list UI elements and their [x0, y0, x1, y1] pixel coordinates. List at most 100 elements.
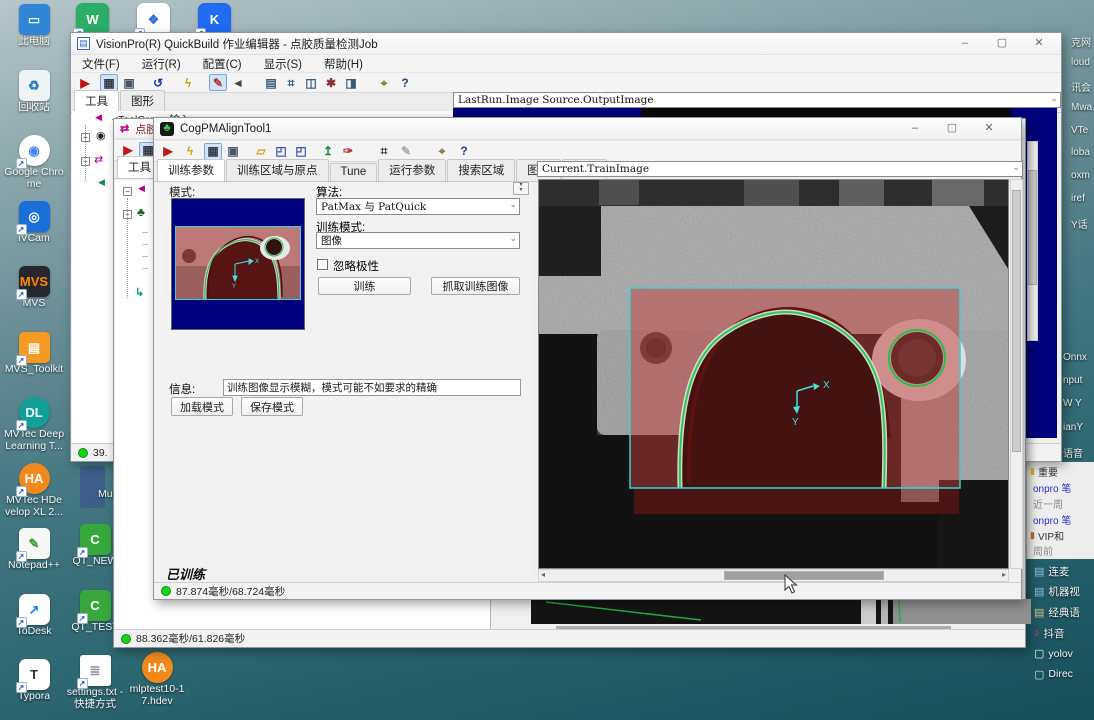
grab-train-image-button[interactable]: 抓取训练图像: [431, 277, 520, 295]
tab[interactable]: 训练参数: [157, 159, 225, 181]
panel-row[interactable]: ▮ 重要: [1030, 464, 1094, 480]
tree-subitem[interactable]: ‒: [142, 262, 148, 274]
scroll-left-arrow[interactable]: ◂: [541, 570, 545, 579]
menu-item[interactable]: 配置(C): [192, 56, 253, 72]
quickbuild-titlebar[interactable]: ▤ VisionPro(R) QuickBuild 作业编辑器 - 点胶质量检测…: [71, 33, 1061, 55]
desktop-icon[interactable]: ♻ 回收站: [1, 69, 67, 136]
truncated-icon-label[interactable]: ianY: [1063, 422, 1094, 445]
toolbar-button[interactable]: ↺: [149, 74, 167, 91]
minimize-button[interactable]: –: [951, 35, 979, 52]
tab[interactable]: 搜索区域: [447, 159, 516, 181]
train-button[interactable]: 训练: [318, 277, 411, 295]
menu-item[interactable]: 帮助(H): [313, 56, 374, 72]
panel-row[interactable]: 周前: [1030, 543, 1094, 559]
display-image-selector[interactable]: LastRun.Image Source.OutputImage ⌄: [453, 92, 1061, 108]
toolbar-button[interactable]: ✎: [209, 74, 227, 91]
toolbar-button[interactable]: ◨: [342, 74, 360, 91]
toolbar-button[interactable]: ◄: [229, 74, 247, 91]
scrollbar-thumb[interactable]: [1012, 190, 1021, 452]
toolbar-button[interactable]: ▶: [76, 74, 94, 91]
ignore-polarity-checkbox[interactable]: [317, 259, 328, 270]
close-button[interactable]: ✕: [975, 120, 1003, 137]
tree-subitem[interactable]: ‒: [142, 250, 148, 262]
menu-item[interactable]: 运行(R): [131, 56, 192, 72]
train-image-view[interactable]: X Y: [538, 179, 1009, 569]
scroll-right-arrow[interactable]: ▸: [1002, 570, 1006, 579]
tab[interactable]: Tune: [329, 163, 378, 181]
toolbar-button[interactable]: ϟ: [181, 143, 199, 160]
toolbar-button[interactable]: ▦: [204, 142, 222, 160]
desktop-icon[interactable]: ◎ iVCam: [1, 200, 67, 267]
truncated-icon-label[interactable]: Y话: [1071, 216, 1094, 239]
scrollbar-thumb[interactable]: [724, 571, 884, 580]
truncated-icon-label[interactable]: 克网: [1071, 34, 1094, 57]
tab[interactable]: 运行参数: [378, 159, 447, 181]
close-button[interactable]: ✕: [1025, 35, 1053, 52]
truncated-icon-label[interactable]: Onnx: [1063, 352, 1094, 375]
desktop-item[interactable]: ▤ 连麦: [1034, 561, 1094, 582]
desktop-icon[interactable]: DL MVTec Deep Learning T...: [1, 397, 67, 463]
tree-expand-box[interactable]: −: [123, 187, 132, 196]
desktop-item[interactable]: ▤ 机器视: [1034, 582, 1094, 603]
menu-item[interactable]: 显示(S): [253, 56, 313, 72]
panel-row[interactable]: 近一周: [1030, 496, 1094, 512]
toolbar-button[interactable]: ⌖: [433, 143, 451, 160]
truncated-icon-label[interactable]: loud: [1071, 57, 1094, 80]
horizontal-scrollbar[interactable]: ◂ ▸: [538, 569, 1009, 582]
load-pattern-button[interactable]: 加载模式: [171, 397, 233, 416]
tree-subitem[interactable]: ‒: [142, 226, 148, 238]
maximize-button[interactable]: ▢: [988, 35, 1016, 52]
desktop-icon[interactable]: ≣ settings.txt - 快捷方式: [62, 655, 128, 720]
trainmode-select[interactable]: 图像 ⌄: [316, 232, 520, 249]
tab[interactable]: 工具: [74, 90, 119, 112]
desktop-item[interactable]: ♪ 抖音: [1034, 623, 1094, 644]
pattern-thumbnail[interactable]: X Y: [171, 198, 305, 330]
truncated-icon-label[interactable]: VTe: [1071, 125, 1094, 148]
toolbar-button[interactable]: ✎: [397, 143, 415, 160]
algorithm-select[interactable]: PatMax 与 PatQuick ⌄: [316, 198, 520, 215]
truncated-icon-label[interactable]: nput: [1063, 375, 1094, 398]
scrollbar-thumb[interactable]: [1028, 170, 1037, 285]
toolbar-button[interactable]: ◰: [292, 143, 310, 160]
toolbar-button[interactable]: ◫: [302, 74, 320, 91]
toolbar-button[interactable]: ▤: [262, 74, 280, 91]
truncated-icon-label[interactable]: W Y: [1063, 398, 1094, 421]
toolbar-button[interactable]: ▶: [159, 143, 177, 160]
toolbar-button[interactable]: ?: [455, 143, 473, 160]
toolbar-button[interactable]: ✑: [339, 143, 357, 160]
truncated-icon-label[interactable]: oxm: [1071, 170, 1094, 193]
partial-desktop-icon[interactable]: [80, 466, 105, 508]
desktop-icon[interactable]: ✎ Notepad++: [1, 528, 67, 594]
toolbar-button[interactable]: ?: [396, 74, 414, 91]
toolbar-button[interactable]: ✱: [322, 74, 340, 91]
truncated-icon-label[interactable]: iref: [1071, 193, 1094, 216]
menu-item[interactable]: 文件(F): [71, 56, 131, 72]
truncated-icon-label[interactable]: Mwa: [1071, 102, 1094, 125]
tab[interactable]: 训练区域与原点: [226, 159, 329, 181]
toolbar-button[interactable]: ▣: [120, 74, 138, 91]
expand-chevrons-button[interactable]: ▾ ▾: [513, 182, 529, 195]
desktop-item[interactable]: ▢ Direc: [1034, 664, 1094, 685]
toolbar-button[interactable]: ⌗: [282, 74, 300, 91]
panel-row[interactable]: onpro 笔: [1030, 480, 1094, 496]
toolbar-button[interactable]: ϟ: [179, 74, 197, 91]
toolbar-button[interactable]: ↥: [319, 143, 337, 160]
desktop-icon[interactable]: ◉ Google Chro me: [1, 135, 67, 201]
desktop-icon[interactable]: T Typora: [1, 659, 67, 720]
toolbar-button[interactable]: ⌗: [375, 143, 393, 160]
desktop-icon[interactable]: ▤ MVS_Toolkit: [1, 331, 67, 398]
toolbar-button[interactable]: ⌖: [375, 74, 393, 91]
panel-row[interactable]: onpro 笔: [1030, 511, 1094, 527]
tree-subitem[interactable]: ‒: [142, 238, 148, 250]
truncated-icon-label[interactable]: loba: [1071, 147, 1094, 170]
desktop-icon[interactable]: HA mlptest10-1 7.hdev: [124, 652, 190, 707]
desktop-icon[interactable]: ↗ ToDesk: [1, 593, 67, 660]
panel-row[interactable]: ▮ VIP和: [1030, 527, 1094, 543]
maximize-button[interactable]: ▢: [938, 120, 966, 137]
desktop-item[interactable]: ▤ 经典语: [1034, 602, 1094, 623]
desktop-icon[interactable]: MVS MVS: [1, 266, 67, 332]
toolbar-button[interactable]: ▣: [224, 143, 242, 160]
minimize-button[interactable]: –: [901, 120, 929, 137]
toolbar-button[interactable]: ▦: [100, 74, 118, 91]
desktop-icon[interactable]: HA MVTec HDe velop XL 2...: [1, 462, 67, 529]
